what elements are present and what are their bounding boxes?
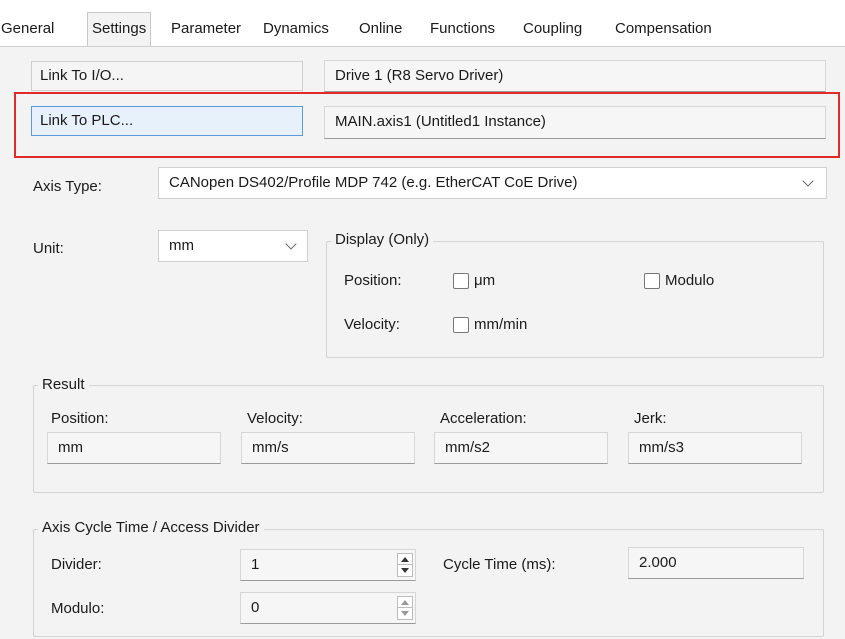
divider-decrement-button[interactable] xyxy=(398,565,412,576)
divider-increment-button[interactable] xyxy=(398,554,412,565)
result-jerk-label: Jerk: xyxy=(634,410,667,427)
modulo-spinner xyxy=(397,596,413,620)
display-position-label: Position: xyxy=(344,272,402,289)
tab-online[interactable]: Online xyxy=(359,20,402,37)
modulo-value: 0 xyxy=(251,599,260,616)
arrow-up-icon xyxy=(401,600,409,605)
result-velocity-label: Velocity: xyxy=(247,410,303,427)
arrow-down-icon xyxy=(401,568,409,573)
divider-spinbox[interactable]: 1 xyxy=(240,549,416,581)
mm-min-checkbox-label: mm/min xyxy=(474,316,528,333)
mm-min-checkbox-box[interactable] xyxy=(453,316,469,333)
result-group-title: Result xyxy=(38,376,89,393)
unit-value: mm xyxy=(169,237,194,254)
um-checkbox-box[interactable] xyxy=(453,272,469,289)
display-group-title: Display (Only) xyxy=(331,231,434,248)
modulo-increment-button[interactable] xyxy=(398,597,412,608)
chevron-down-icon xyxy=(285,238,297,250)
result-acceleration-field: mm/s2 xyxy=(434,432,608,464)
modulo-checkbox-box[interactable] xyxy=(644,272,660,289)
axis-type-select[interactable]: CANopen DS402/Profile MDP 742 (e.g. Ethe… xyxy=(158,167,827,199)
tab-parameter[interactable]: Parameter xyxy=(171,20,241,37)
result-acceleration-label: Acceleration: xyxy=(440,410,527,427)
tab-settings[interactable]: Settings xyxy=(87,12,152,48)
cycle-time-label: Cycle Time (ms): xyxy=(443,556,556,573)
cycle-group-title: Axis Cycle Time / Access Divider xyxy=(38,519,264,536)
tab-general[interactable]: General xyxy=(1,20,54,37)
divider-value: 1 xyxy=(251,556,260,573)
mm-min-checkbox[interactable]: mm/min xyxy=(453,316,527,333)
link-to-plc-button[interactable]: Link To PLC... xyxy=(31,106,303,136)
tab-bar: General Settings Parameter Dynamics Onli… xyxy=(0,0,845,48)
unit-label: Unit: xyxy=(33,240,64,257)
tab-compensation[interactable]: Compensation xyxy=(615,20,712,37)
modulo-checkbox[interactable]: Modulo xyxy=(644,272,714,289)
linked-plc-field: MAIN.axis1 (Untitled1 Instance) xyxy=(324,106,826,139)
arrow-up-icon xyxy=(401,557,409,562)
linked-io-field: Drive 1 (R8 Servo Driver) xyxy=(324,60,826,92)
modulo-decrement-button[interactable] xyxy=(398,608,412,619)
result-position-field: mm xyxy=(47,432,221,464)
um-checkbox[interactable]: μm xyxy=(453,272,495,289)
modulo-label: Modulo: xyxy=(51,600,105,617)
axis-type-value: CANopen DS402/Profile MDP 742 (e.g. Ethe… xyxy=(169,174,578,191)
cycle-time-field: 2.000 xyxy=(628,547,804,579)
display-velocity-label: Velocity: xyxy=(344,316,400,333)
result-jerk-field: mm/s3 xyxy=(628,432,802,464)
display-group xyxy=(326,241,824,358)
result-velocity-field: mm/s xyxy=(241,432,415,464)
axis-type-label: Axis Type: xyxy=(33,178,102,195)
result-position-label: Position: xyxy=(51,410,109,427)
tab-functions[interactable]: Functions xyxy=(430,20,495,37)
cycle-group xyxy=(33,529,824,637)
modulo-checkbox-label: Modulo xyxy=(665,272,715,289)
link-to-io-button[interactable]: Link To I/O... xyxy=(31,61,303,91)
divider-spinner xyxy=(397,553,413,577)
tab-dynamics[interactable]: Dynamics xyxy=(263,20,329,37)
divider-label: Divider: xyxy=(51,556,102,573)
um-checkbox-label: μm xyxy=(474,272,496,289)
modulo-spinbox[interactable]: 0 xyxy=(240,592,416,624)
tab-coupling[interactable]: Coupling xyxy=(523,20,582,37)
unit-select[interactable]: mm xyxy=(158,230,308,262)
chevron-down-icon xyxy=(802,175,814,187)
arrow-down-icon xyxy=(401,611,409,616)
